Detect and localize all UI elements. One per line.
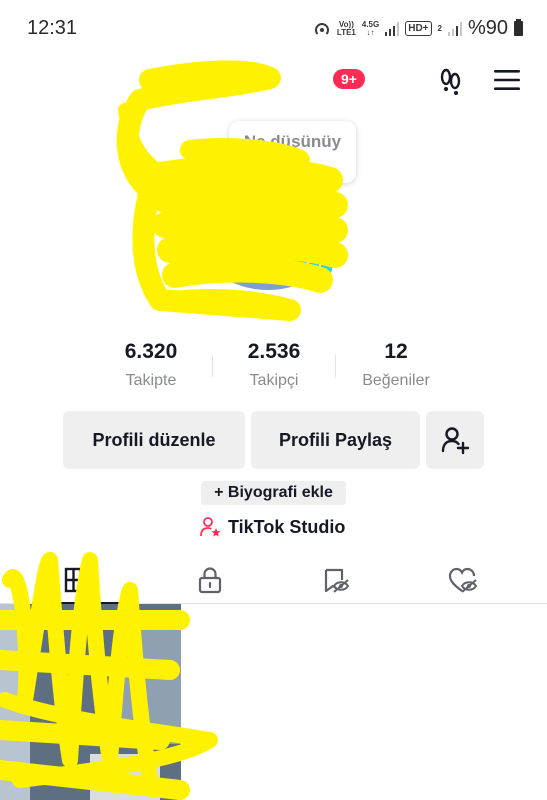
grid-icon [64,567,90,593]
share-profile-button[interactable]: Profili Paylaş [251,411,420,469]
stat-followers[interactable]: 2.536 Takipçi [219,340,329,390]
hd-voice-badge: HD+ [405,21,432,36]
stat-value: 6.320 [124,340,178,363]
profile-tabs [0,556,547,604]
tab-videos[interactable] [59,562,95,598]
footprint-icon[interactable] [436,66,466,96]
volte-bottom: LTE1 [336,27,356,37]
tiktok-studio-label: TikTok Studio [228,516,346,537]
data-arrows: ↓↑ [366,27,375,37]
bubble-line-2: uz? [277,156,308,175]
stat-value: 12 [384,340,408,363]
video-thumbnail[interactable] [0,604,181,800]
battery-icon [514,19,523,36]
edit-profile-button[interactable]: Profili düzenle [63,411,245,469]
tiktok-studio-link[interactable]: TikTok Studio [200,515,345,539]
stat-label: Takipçi [249,372,299,389]
profile-header: kuru_67 9+ [0,58,547,104]
profile-stats: 6.320 Takipte 2.536 Takipçi 12 Beğeniler [98,340,458,396]
bubble-line-1: Ne düşünüy [243,132,342,151]
add-user-icon [441,427,470,455]
tab-reposts[interactable] [318,562,354,598]
stat-value: 2.536 [247,340,301,363]
lock-icon [198,567,222,594]
tab-private[interactable] [192,562,228,598]
sim2-label: 2 [437,23,442,33]
status-bubble[interactable]: Ne düşünüy uz? [229,121,356,183]
volte-indicator: Vo)) LTE1 [336,20,356,37]
signal-icon-sim1 [385,21,400,36]
battery-percent: %90 [467,17,508,39]
stat-divider [212,355,213,377]
network-indicator: 4.5G ↓↑ [362,20,379,37]
hamburger-menu-icon[interactable] [493,68,521,92]
add-friend-button[interactable] [426,411,484,469]
profile-handle: kuru_67 [190,295,259,316]
stat-divider [335,355,336,377]
stat-following[interactable]: 6.320 Takipte [96,340,206,390]
notification-badge[interactable]: 9+ [333,69,365,89]
status-time: 12:31 [27,17,78,39]
stat-likes[interactable]: 12 Beğeniler [341,340,451,390]
stat-label: Beğeniler [362,372,430,389]
repost-eye-icon [324,568,350,593]
hotspot-icon [314,22,329,35]
user-star-icon [200,517,221,537]
video-thumbnail-image [0,604,181,800]
header-username[interactable]: kuru_67 [176,70,257,94]
add-avatar-button[interactable]: + [306,254,334,282]
stat-label: Takipte [125,372,177,389]
add-bio-button[interactable]: + Biyografi ekle [201,481,346,505]
heart-eye-icon [448,567,478,593]
signal-icon-sim2 [447,21,462,36]
tab-liked[interactable] [445,562,481,598]
status-icons: Vo)) LTE1 4.5G ↓↑ HD+ 2 %90 [313,17,523,40]
status-bar: 12:31 Vo)) LTE1 4.5G ↓↑ HD+ 2 %90 [0,0,547,58]
